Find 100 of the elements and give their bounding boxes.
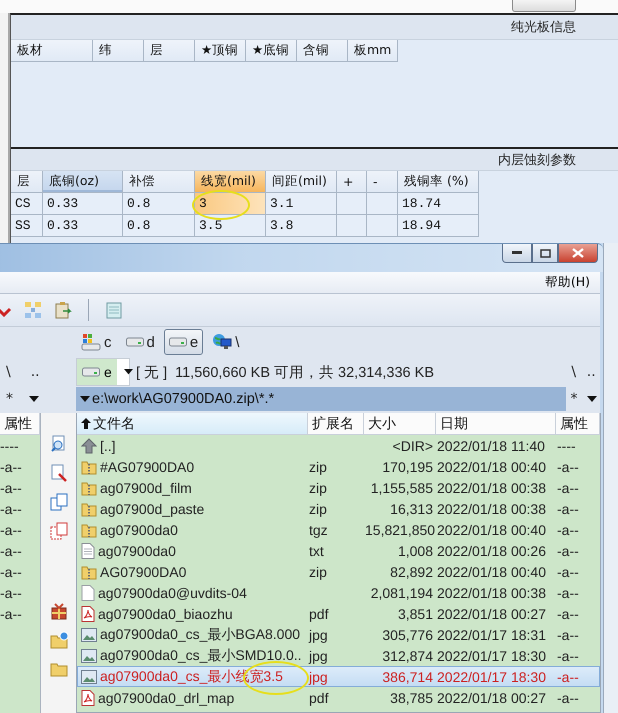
file-size: 312,874 — [381, 648, 433, 664]
drive-icon — [82, 367, 100, 377]
image-file-icon — [81, 628, 97, 642]
column-header[interactable]: 文件名 — [77, 413, 308, 435]
file-row[interactable]: ag07900da0_biaozhu pdf 3,851 2022/01/18 00:27 -a-- — [77, 603, 600, 624]
table-cell — [367, 215, 398, 237]
table-cell: 18.74 — [398, 193, 479, 215]
file-attributes: ---- — [557, 438, 577, 454]
file-row[interactable]: #AG07900DA0 zip 170,195 2022/01/18 00:40 -a-- — [77, 456, 600, 477]
history-arrow-icon[interactable] — [80, 396, 90, 402]
column-header[interactable]: + — [337, 171, 367, 193]
file-attributes: -a-- — [557, 480, 580, 496]
path-bar[interactable]: e:\work\AG07900DA0.zip\*.* — [76, 387, 566, 411]
close-button[interactable] — [558, 244, 598, 263]
archive-folder-icon — [81, 500, 97, 516]
file-name: ag07900da0_biaozhu — [98, 606, 233, 622]
file-row[interactable]: AG07900DA0 zip 82,892 2022/01/18 00:40 -a-- — [77, 561, 600, 582]
file-row[interactable]: ag07900da0 txt 1,008 2022/01/18 00:26 -a-- — [77, 540, 600, 561]
clipboard-icon[interactable] — [54, 301, 72, 319]
parent-link[interactable]: .. — [586, 364, 596, 380]
attribute-cell-text: -a-- — [0, 562, 23, 582]
root-link[interactable]: \ — [571, 364, 576, 380]
column-header[interactable]: 纬 — [93, 40, 144, 62]
column-header[interactable]: ★底铜 — [246, 40, 297, 62]
file-row[interactable]: ag07900da0_cs_最小SMD10.0.. jpg 312,874 2022/01/17 18:30 -a-- — [77, 645, 600, 666]
menu-item[interactable]: 帮助(H) — [544, 274, 590, 291]
table-cell: CS — [11, 193, 43, 215]
filter-label[interactable]: * — [570, 391, 578, 407]
table-cell: 0.8 — [123, 215, 195, 237]
file-row[interactable]: ag07900da0 tgz 15,821,850 2022/01/18 00:40 -a-- — [77, 519, 600, 540]
file-name: ag07900d_film — [100, 480, 192, 496]
file-attributes: -a-- — [557, 564, 580, 580]
file-date: 2022/01/18 00:38 — [437, 500, 547, 516]
drive-icon — [168, 337, 187, 347]
edit-document-icon[interactable] — [50, 464, 68, 482]
archive-folder-icon — [81, 564, 97, 580]
drive-button[interactable]: c — [76, 329, 116, 355]
parent-link[interactable]: .. — [30, 364, 40, 380]
table-cell: 18.94 — [398, 215, 479, 237]
file-date: 2022/01/18 00:40 — [437, 522, 547, 538]
drive-button[interactable]: d — [120, 329, 160, 355]
file-size: 16,313 — [389, 500, 433, 516]
column-header[interactable]: 板mm — [348, 40, 398, 62]
maximize-button[interactable] — [532, 244, 558, 263]
new-folder-icon[interactable] — [50, 631, 68, 649]
file-row[interactable]: ag07900da0_drl_map pdf 38,785 2022/01/18 00:27 -a-- — [77, 687, 600, 708]
root-link[interactable]: \ — [6, 364, 11, 380]
attribute-cell-text: -a-- — [0, 604, 23, 624]
copy-icon[interactable] — [50, 493, 68, 511]
column-header[interactable]: 大小 — [364, 413, 436, 435]
column-header[interactable]: 含铜 — [297, 40, 348, 62]
table-cell: 0.8 — [123, 193, 195, 215]
file-size: 82,892 — [389, 564, 433, 580]
partial-button[interactable] — [512, 0, 576, 12]
attribute-cell-text: -a-- — [0, 584, 23, 602]
file-row[interactable]: ag07900da0_cs_最小BGA8.000 jpg 305,776 2022/01/17 18:31 -a-- — [77, 624, 600, 645]
dropdown-arrow-icon[interactable] — [124, 369, 133, 375]
drive-button[interactable]: \ — [207, 329, 244, 355]
table-cell: SS — [11, 215, 43, 237]
file-row[interactable]: ag07900da0@uvdits-04 2,081,194 2022/01/18 00:38 -a-- — [77, 582, 600, 603]
column-header[interactable]: 底铜(oz) — [43, 171, 123, 193]
dropdown-arrow-icon[interactable] — [29, 396, 39, 402]
column-header[interactable]: 属性 — [556, 413, 600, 435]
drive-icon — [126, 337, 144, 347]
file-row[interactable]: ag07900d_film zip 1,155,585 2022/01/18 00:38 -a-- — [77, 477, 600, 498]
restore-icon — [540, 248, 550, 258]
sync-folders-icon[interactable] — [24, 301, 42, 319]
column-header[interactable]: 板材 — [11, 40, 93, 62]
package-icon[interactable] — [50, 602, 68, 620]
column-header[interactable]: - — [367, 171, 398, 193]
column-header[interactable]: ★顶铜 — [195, 40, 246, 62]
file-name: ag07900d_paste — [100, 500, 204, 516]
drive-dropdown[interactable]: e — [76, 358, 130, 386]
column-header[interactable]: 补偿 — [123, 171, 195, 193]
pdf-file-icon — [81, 606, 95, 622]
column-header[interactable]: 间距(mil) — [266, 171, 337, 193]
file-row[interactable]: [..] <DIR> 2022/01/18 11:40 ---- — [77, 435, 600, 456]
column-header[interactable]: 扩展名 — [308, 413, 364, 435]
column-header[interactable]: 残铜率 (%) — [398, 171, 479, 193]
column-header[interactable]: 日期 — [436, 413, 556, 435]
file-extension: zip — [309, 500, 328, 516]
notepad-icon[interactable] — [105, 301, 123, 319]
file-name: #AG07900DA0 — [100, 458, 194, 474]
file-attributes: -a-- — [557, 626, 580, 642]
column-header[interactable]: 层 — [11, 171, 43, 193]
dropdown-arrow-icon[interactable] — [586, 396, 596, 402]
search-document-icon[interactable] — [50, 435, 68, 453]
minimize-button[interactable] — [502, 244, 532, 263]
column-header[interactable]: 层 — [144, 40, 195, 62]
table-cell: 3.1 — [266, 193, 337, 215]
attribute-cell-text: ---- — [0, 436, 20, 456]
attribute-cell-text: -a-- — [0, 458, 23, 476]
move-icon[interactable] — [50, 522, 68, 540]
column-header[interactable]: 线宽(mil) — [195, 171, 266, 193]
attribute-cell-text: -a-- — [0, 500, 23, 518]
column-header[interactable]: 属性 — [0, 413, 40, 435]
filter-label[interactable]: * — [6, 391, 13, 407]
file-row[interactable]: ag07900d_paste zip 16,313 2022/01/18 00:38 -a-- — [77, 498, 600, 519]
drive-button[interactable]: e — [164, 329, 204, 355]
table-cell — [337, 193, 367, 215]
